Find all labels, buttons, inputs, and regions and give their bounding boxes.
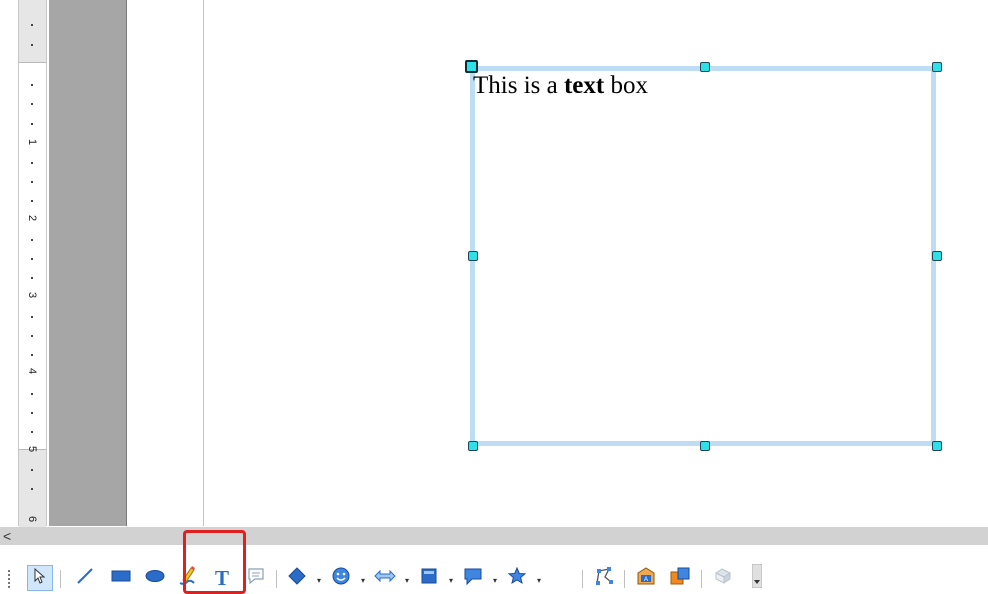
from-file-tool-button[interactable] [666, 565, 694, 591]
smiley-icon [331, 566, 351, 591]
ruler-tick [31, 412, 33, 414]
rectangle-tool-button[interactable] [106, 565, 136, 591]
ruler-tick [31, 162, 33, 164]
diamond-icon [287, 566, 307, 591]
svg-text:A: A [644, 577, 648, 583]
text-box-bold-word: text [563, 72, 605, 99]
horizontal-scrollbar[interactable]: < [0, 527, 988, 545]
canvas-background [49, 0, 127, 526]
symbol-shapes-tool-button[interactable] [328, 565, 354, 591]
arrow-pointer-icon [33, 567, 47, 589]
ruler-number: 2 [26, 214, 38, 222]
speech-text-icon [245, 565, 267, 592]
basic-shapes-tool-button[interactable] [284, 565, 310, 591]
ruler-number: 6 [26, 515, 38, 523]
text-box-text-end: box [604, 72, 648, 99]
ruler-top-margin [19, 0, 46, 63]
ruler-tick [31, 431, 33, 433]
toolbar-separator [276, 570, 277, 588]
resize-handle-left[interactable] [468, 251, 478, 261]
resize-handle-top-right[interactable] [932, 62, 942, 72]
resize-handle-top-left[interactable] [465, 60, 478, 73]
rectangle-icon [110, 569, 132, 588]
extrusion-icon [713, 566, 733, 591]
resize-handle-bottom-right[interactable] [932, 441, 942, 451]
points-icon [593, 565, 615, 592]
resize-handle-bottom[interactable] [700, 441, 710, 451]
ruler-tick [31, 200, 33, 202]
ruler-number: 5 [26, 445, 38, 453]
ruler-tick [31, 469, 33, 471]
block-arrows-tool-button[interactable] [372, 565, 398, 591]
text-box-frame[interactable] [470, 66, 936, 446]
ruler-tick [31, 123, 33, 125]
text-box-text-start: This is a [473, 72, 564, 99]
ruler-tick [31, 488, 33, 490]
ruler-tick [31, 103, 33, 105]
ruler-tick [31, 335, 33, 337]
extrusion-tool-button[interactable] [710, 565, 736, 591]
toolbar-separator [624, 570, 625, 588]
callout-shapes-tool-button[interactable] [460, 565, 486, 591]
toolbar-overflow-button[interactable] [750, 563, 764, 593]
fontwork-tool-button[interactable]: A [632, 565, 660, 591]
ruler-number: 1 [26, 138, 38, 146]
toolbar-separator [60, 570, 61, 588]
chevron-down-icon[interactable]: ▾ [493, 576, 497, 585]
ruler-tick [31, 354, 33, 356]
ruler-number: 3 [26, 291, 38, 299]
toolbar-separator [582, 570, 583, 588]
resize-handle-top[interactable] [700, 62, 710, 72]
flowchart-icon [420, 567, 438, 590]
line-tool-button[interactable] [72, 565, 98, 591]
ruler-tick [31, 239, 33, 241]
ruler-tick [31, 316, 33, 318]
resize-handle-bottom-left[interactable] [468, 441, 478, 451]
ruler-number: 4 [26, 367, 38, 375]
chevron-down-icon [751, 563, 763, 593]
page-margin-line [203, 0, 204, 526]
star-icon [507, 566, 527, 591]
ruler-tick [31, 181, 33, 183]
ellipse-tool-button[interactable] [140, 565, 170, 591]
ruler-tick [31, 84, 33, 86]
flowchart-tool-button[interactable] [416, 565, 442, 591]
chevron-down-icon[interactable]: ▾ [317, 576, 321, 585]
points-tool-button[interactable] [590, 565, 618, 591]
fontwork-icon: A [635, 566, 657, 591]
callouts-tool-button[interactable] [242, 565, 270, 591]
ruler-tick [31, 44, 33, 46]
text-tool-highlight-annotation [183, 530, 246, 594]
select-tool-button[interactable] [27, 565, 53, 591]
scroll-left-arrow-icon[interactable]: < [3, 528, 11, 544]
resize-handle-right[interactable] [932, 251, 942, 261]
vertical-ruler[interactable]: 1 2 3 4 5 6 [18, 0, 47, 527]
ruler-tick [31, 258, 33, 260]
speech-bubble-icon [462, 565, 484, 592]
line-icon [75, 566, 95, 591]
chevron-down-icon[interactable]: ▾ [537, 576, 541, 585]
text-box-content[interactable]: This is a text box [473, 72, 648, 100]
image-icon [669, 566, 691, 591]
toolbar-grip-handle[interactable] [8, 570, 10, 590]
ruler-tick [31, 24, 33, 26]
stars-tool-button[interactable] [504, 565, 530, 591]
chevron-down-icon[interactable]: ▾ [449, 576, 453, 585]
double-arrow-icon [374, 569, 396, 588]
ellipse-icon [144, 569, 166, 588]
chevron-down-icon[interactable]: ▾ [361, 576, 365, 585]
ruler-tick [31, 393, 33, 395]
ruler-tick [31, 277, 33, 279]
drawing-toolbar: T ▾ ▾ ▾ ▾ ▾ ▾ A [0, 562, 988, 594]
toolbar-separator [701, 570, 702, 588]
chevron-down-icon[interactable]: ▾ [405, 576, 409, 585]
